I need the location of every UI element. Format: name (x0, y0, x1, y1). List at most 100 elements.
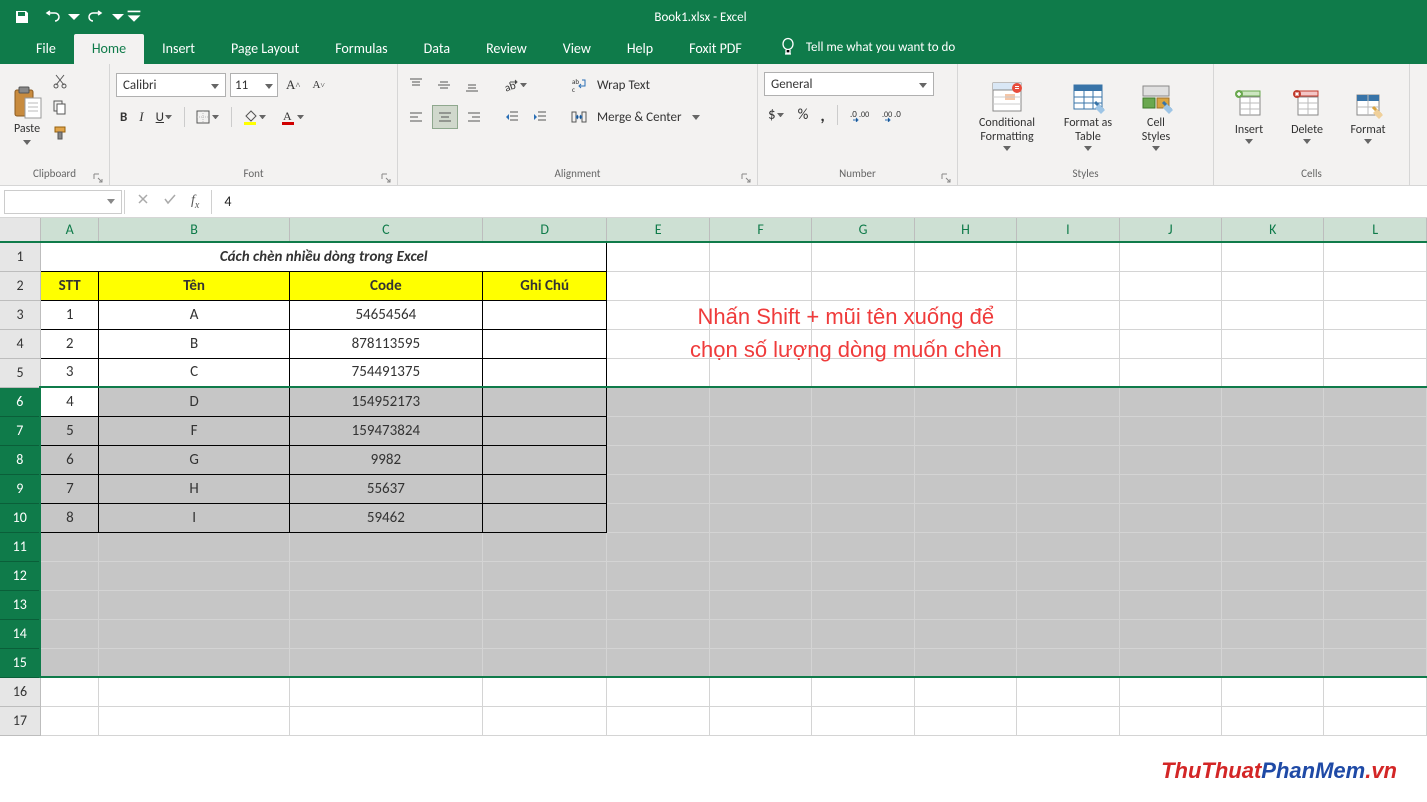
cell[interactable] (709, 503, 811, 532)
align-center-button[interactable] (432, 105, 458, 129)
insert-cells-button[interactable]: Insert (1220, 66, 1278, 160)
cell[interactable] (914, 561, 1016, 590)
cell[interactable] (914, 474, 1016, 503)
redo-dropdown[interactable] (112, 6, 124, 28)
dialog-launcher-icon[interactable] (941, 173, 951, 183)
name-box[interactable] (4, 190, 122, 214)
cell[interactable]: C (99, 358, 289, 387)
cell[interactable] (709, 561, 811, 590)
cell[interactable]: 54654564 (289, 300, 482, 329)
cell[interactable] (40, 590, 98, 619)
underline-button[interactable]: U (152, 105, 178, 129)
cell[interactable] (709, 242, 811, 271)
row-header[interactable]: 13 (0, 590, 40, 619)
cell[interactable] (914, 619, 1016, 648)
cell[interactable] (914, 445, 1016, 474)
cell[interactable] (1222, 445, 1324, 474)
cell[interactable] (1324, 242, 1427, 271)
row-header[interactable]: 9 (0, 474, 40, 503)
cell[interactable] (812, 532, 914, 561)
cell[interactable] (812, 561, 914, 590)
cell[interactable] (812, 619, 914, 648)
cell[interactable] (1119, 619, 1221, 648)
cell[interactable] (1119, 590, 1221, 619)
cell[interactable] (1119, 329, 1221, 358)
tab-review[interactable]: Review (468, 34, 545, 64)
cell[interactable] (1017, 271, 1119, 300)
cell[interactable] (1017, 242, 1119, 271)
column-header[interactable]: C (289, 218, 482, 242)
decrease-font-button[interactable]: A˅ (308, 73, 328, 97)
cell[interactable]: 7 (40, 474, 98, 503)
cancel-formula-button[interactable] (137, 193, 149, 211)
cell[interactable]: I (99, 503, 289, 532)
cell[interactable] (709, 677, 811, 706)
cell[interactable] (812, 416, 914, 445)
cell[interactable] (812, 445, 914, 474)
cell[interactable]: Tên (99, 271, 289, 300)
align-bottom-button[interactable] (460, 73, 484, 97)
percent-button[interactable]: % (794, 103, 813, 127)
cell[interactable] (1222, 300, 1324, 329)
decrease-indent-button[interactable] (500, 105, 524, 129)
cell[interactable] (812, 590, 914, 619)
cell[interactable] (40, 532, 98, 561)
cell[interactable] (914, 648, 1016, 677)
tab-view[interactable]: View (545, 34, 609, 64)
cell[interactable] (1119, 445, 1221, 474)
column-header[interactable]: D (482, 218, 607, 242)
cell[interactable]: A (99, 300, 289, 329)
cell[interactable] (914, 416, 1016, 445)
cell[interactable] (1119, 242, 1221, 271)
cell[interactable]: 55637 (289, 474, 482, 503)
cell[interactable] (709, 445, 811, 474)
cell[interactable] (482, 329, 607, 358)
cell[interactable] (1222, 590, 1324, 619)
increase-indent-button[interactable] (528, 105, 552, 129)
column-header[interactable]: B (99, 218, 289, 242)
align-middle-button[interactable] (432, 73, 456, 97)
cell[interactable] (1222, 416, 1324, 445)
column-header[interactable]: A (40, 218, 98, 242)
cell[interactable] (607, 503, 709, 532)
cell[interactable] (1324, 300, 1427, 329)
increase-font-button[interactable]: A˄ (282, 73, 304, 97)
cell[interactable] (1222, 532, 1324, 561)
copy-button[interactable] (48, 96, 72, 118)
column-header[interactable]: G (812, 218, 914, 242)
cell[interactable] (1324, 706, 1427, 735)
column-header[interactable]: K (1222, 218, 1324, 242)
cell[interactable] (607, 590, 709, 619)
align-right-button[interactable] (462, 105, 486, 129)
cell[interactable] (1119, 532, 1221, 561)
cell[interactable] (482, 706, 607, 735)
font-name-combo[interactable]: Calibri (116, 73, 226, 97)
column-header[interactable]: E (607, 218, 709, 242)
cell[interactable] (99, 677, 289, 706)
cell[interactable] (1324, 271, 1427, 300)
font-size-combo[interactable]: 11 (230, 73, 278, 97)
cell[interactable] (482, 503, 607, 532)
cell[interactable]: G (99, 445, 289, 474)
tab-foxit-pdf[interactable]: Foxit PDF (671, 34, 760, 64)
cell[interactable] (482, 590, 607, 619)
cell[interactable] (99, 561, 289, 590)
cell[interactable] (1222, 706, 1324, 735)
cell[interactable] (1119, 503, 1221, 532)
cell[interactable] (607, 416, 709, 445)
cell[interactable] (482, 358, 607, 387)
increase-decimal-button[interactable]: .0.00 (846, 103, 874, 127)
cell[interactable] (1222, 271, 1324, 300)
cell[interactable] (482, 532, 607, 561)
cell[interactable] (482, 648, 607, 677)
cell[interactable] (1222, 677, 1324, 706)
cell[interactable] (812, 648, 914, 677)
tab-help[interactable]: Help (609, 34, 671, 64)
cell[interactable] (914, 387, 1016, 416)
cell[interactable] (1017, 329, 1119, 358)
cell[interactable] (1017, 300, 1119, 329)
cell[interactable] (1222, 387, 1324, 416)
cell[interactable] (482, 561, 607, 590)
cell[interactable] (1222, 329, 1324, 358)
cell[interactable] (1017, 445, 1119, 474)
